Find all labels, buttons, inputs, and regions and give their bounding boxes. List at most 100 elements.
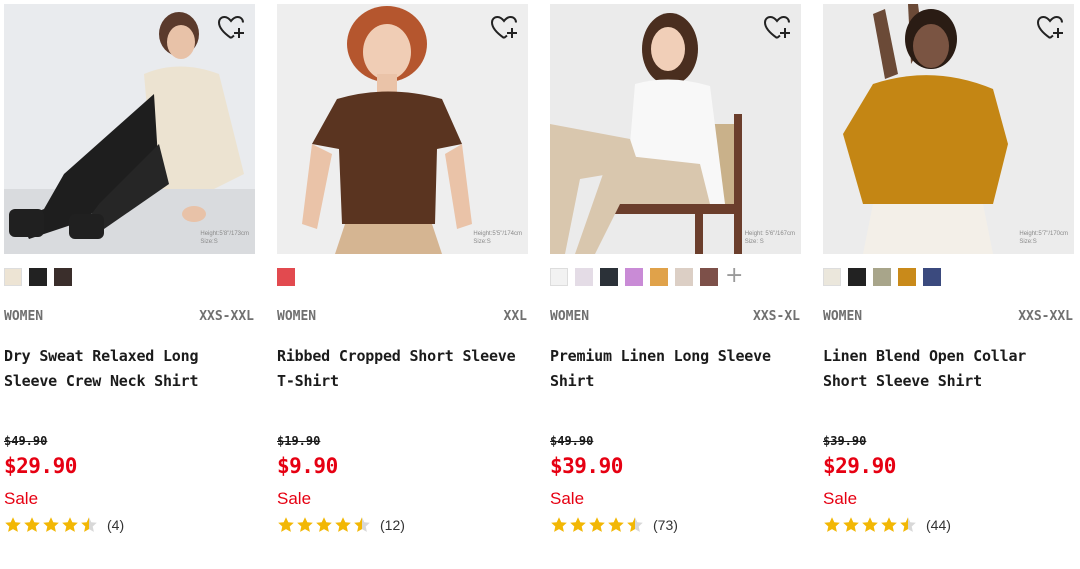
star-rating [4,516,99,534]
color-swatch[interactable] [29,268,47,286]
color-swatches [823,268,948,286]
sale-badge: Sale [823,489,858,508]
model-height: Height:5'5"/174cm [473,231,522,237]
color-swatch[interactable] [625,268,643,286]
size-range: XXS-XXL [1018,309,1073,324]
sale-price: $9.90 [277,454,338,478]
color-swatch[interactable] [823,268,841,286]
original-price: $19.90 [277,434,321,448]
model-size: Size:S [473,239,491,245]
model-size: Size: S [744,239,764,245]
star-icon [589,517,605,532]
star-icon [551,517,567,532]
color-swatch[interactable] [600,268,618,286]
model-height: Height: 5'6"/167cm [744,231,795,237]
review-count[interactable]: (4) [107,517,124,533]
model-height: Height:5'8"/173cm [200,231,249,237]
color-swatch[interactable] [898,268,916,286]
review-count[interactable]: (12) [380,517,405,533]
heart-plus-icon[interactable] [763,14,793,42]
star-icon [43,517,59,532]
product-grid: Height:5'8"/173cm Size:S WOMEN XXS-XXL D… [0,0,1080,569]
color-swatches [277,268,302,286]
star-icon [62,517,78,532]
product-card[interactable]: Height:5'7"/170cm Size:S WOMEN XXS-XXL L… [823,4,1074,564]
original-price: $39.90 [823,434,867,448]
product-image[interactable]: Height: 5'6"/167cm Size: S [550,4,801,254]
color-swatches [4,268,79,286]
heart-plus-icon[interactable] [1036,14,1066,42]
product-image[interactable]: Height:5'7"/170cm Size:S [823,4,1074,254]
color-swatch[interactable] [675,268,693,286]
plus-icon[interactable]: + [725,265,743,287]
product-card[interactable]: Height:5'5"/174cm Size:S WOMEN XXL Ribbe… [277,4,528,564]
star-icon [335,517,351,532]
star-rating [823,516,918,534]
model-height: Height:5'7"/170cm [1019,231,1068,237]
size-range: XXS-XXL [199,309,254,324]
sale-badge: Sale [277,489,312,508]
gender-label: WOMEN [277,309,317,324]
star-icon [900,517,916,532]
product-image[interactable]: Height:5'5"/174cm Size:S [277,4,528,254]
color-swatch[interactable] [575,268,593,286]
product-card[interactable]: Height:5'8"/173cm Size:S WOMEN XXS-XXL D… [4,4,255,564]
star-icon [881,517,897,532]
rating[interactable]: (4) [4,515,124,535]
color-swatch[interactable] [4,268,22,286]
star-icon [862,517,878,532]
color-swatch[interactable] [873,268,891,286]
model-info: Height:5'7"/170cm Size:S [1019,230,1068,246]
star-icon [570,517,586,532]
star-rating [277,516,372,534]
color-swatch[interactable] [277,268,295,286]
star-icon [24,517,40,532]
star-icon [316,517,332,532]
review-count[interactable]: (44) [926,517,951,533]
rating[interactable]: (12) [277,515,405,535]
gender-label: WOMEN [550,309,590,324]
color-swatch[interactable] [923,268,941,286]
original-price: $49.90 [550,434,594,448]
product-meta: WOMEN XXS-XXL [4,309,255,325]
star-icon [81,517,97,532]
sale-badge: Sale [550,489,585,508]
product-name[interactable]: Linen Blend Open Collar Short Sleeve Shi… [823,344,1074,394]
model-info: Height:5'5"/174cm Size:S [473,230,522,246]
heart-plus-icon[interactable] [490,14,520,42]
color-swatch[interactable] [550,268,568,286]
star-icon [354,517,370,532]
star-icon [5,517,21,532]
product-name[interactable]: Dry Sweat Relaxed Long Sleeve Crew Neck … [4,344,255,394]
sale-price: $39.90 [550,454,623,478]
product-card[interactable]: Height: 5'6"/167cm Size: S + WOMEN XXS-X… [550,4,801,564]
color-swatch[interactable] [54,268,72,286]
star-icon [278,517,294,532]
color-swatch[interactable] [700,268,718,286]
size-range: XXS-XL [753,309,800,324]
gender-label: WOMEN [823,309,863,324]
color-swatch[interactable] [848,268,866,286]
original-price: $49.90 [4,434,48,448]
rating[interactable]: (73) [550,515,678,535]
product-name[interactable]: Premium Linen Long Sleeve Shirt [550,344,801,394]
star-icon [627,517,643,532]
sale-badge: Sale [4,489,39,508]
star-icon [608,517,624,532]
product-name[interactable]: Ribbed Cropped Short Sleeve T-Shirt [277,344,528,394]
star-icon [843,517,859,532]
star-icon [824,517,840,532]
product-image[interactable]: Height:5'8"/173cm Size:S [4,4,255,254]
heart-plus-icon[interactable] [217,14,247,42]
color-swatch[interactable] [650,268,668,286]
product-meta: WOMEN XXS-XXL [823,309,1074,325]
color-swatches: + [550,265,743,287]
review-count[interactable]: (73) [653,517,678,533]
star-rating [550,516,645,534]
model-info: Height:5'8"/173cm Size:S [200,230,249,246]
rating[interactable]: (44) [823,515,951,535]
sale-price: $29.90 [823,454,896,478]
sale-price: $29.90 [4,454,77,478]
gender-label: WOMEN [4,309,44,324]
model-size: Size:S [1019,239,1037,245]
